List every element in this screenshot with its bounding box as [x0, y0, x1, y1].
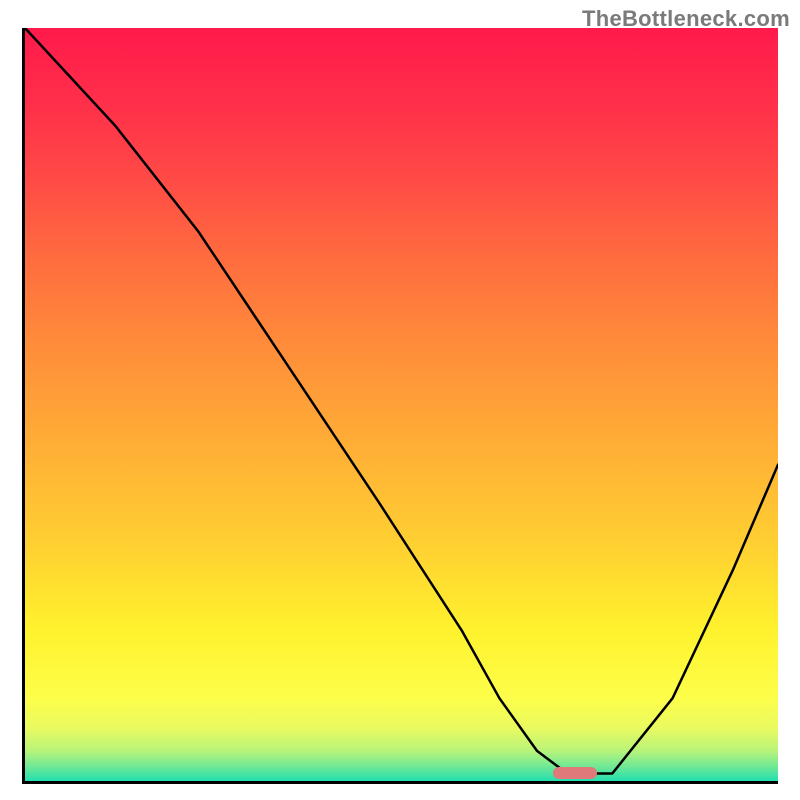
chart-plot-area	[22, 28, 778, 784]
optimal-point-marker	[553, 767, 597, 779]
bottleneck-curve-svg	[25, 28, 778, 781]
bottleneck-curve-path	[25, 28, 778, 774]
